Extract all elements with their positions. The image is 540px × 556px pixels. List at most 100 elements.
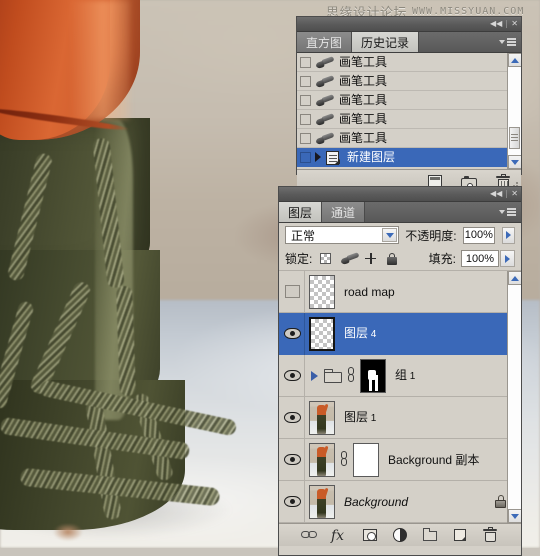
tab-histogram[interactable]: 直方图: [297, 32, 353, 52]
blend-opacity-row[interactable]: 正常 不透明度: 100%: [279, 223, 521, 247]
layer-list[interactable]: road map 图层 4 组 1 图层 1 Background 副本 Bac…: [279, 271, 521, 523]
expand-group-triangle-icon[interactable]: [311, 370, 318, 381]
lock-row[interactable]: 锁定: 填充: 100%: [279, 247, 521, 271]
history-state-list[interactable]: 画笔工具 画笔工具 画笔工具 画笔工具 画笔工具 新建图层: [297, 53, 521, 170]
opacity-slider-button[interactable]: [502, 226, 515, 244]
new-layer-icon[interactable]: [451, 527, 469, 543]
layer-thumbnail[interactable]: [309, 442, 335, 477]
history-snapshot-box[interactable]: [300, 151, 311, 163]
hamburger-menu-icon: [507, 38, 516, 46]
history-item-label: 画笔工具: [339, 93, 388, 107]
table-row[interactable]: 图层 1: [279, 396, 521, 439]
fill-input[interactable]: 100%: [461, 250, 499, 267]
tab-history[interactable]: 历史记录: [352, 32, 420, 52]
scroll-up-button[interactable]: [508, 53, 521, 67]
table-row[interactable]: road map: [279, 271, 521, 313]
history-snapshot-box[interactable]: [300, 75, 311, 87]
tab-layers[interactable]: 图层: [279, 202, 323, 222]
layer-name-suffix: 1: [368, 413, 377, 424]
history-panel[interactable]: ◀◀ ✕ 直方图 历史记录 画笔工具 画笔工具 画笔工具 画笔工具 画笔工具 新…: [296, 16, 522, 192]
layer-mask-thumbnail[interactable]: [353, 442, 379, 477]
eye-icon: [284, 496, 301, 507]
tabstrip-filler: [419, 32, 494, 52]
layers-panel-titlebar[interactable]: ◀◀ ✕: [279, 187, 521, 202]
history-snapshot-box[interactable]: [300, 94, 311, 106]
link-mask-icon[interactable]: [345, 366, 357, 385]
chevron-down-icon: [499, 40, 505, 44]
collapse-icon[interactable]: ◀◀: [490, 20, 502, 28]
link-mask-icon[interactable]: [338, 450, 350, 469]
scrollbar-thumb[interactable]: [509, 127, 520, 149]
history-item[interactable]: 画笔工具: [297, 110, 521, 129]
tabstrip-filler: [365, 202, 494, 222]
layer-name[interactable]: 组 1: [395, 369, 415, 382]
history-item[interactable]: 画笔工具: [297, 91, 521, 110]
lock-position-icon[interactable]: [363, 252, 378, 266]
add-layer-mask-icon[interactable]: [361, 527, 379, 543]
hip-highlight: [70, 0, 130, 120]
lock-all-icon[interactable]: [385, 252, 400, 266]
layers-panel[interactable]: ◀◀ ✕ 图层 通道 正常 不透明度: 100% 锁定: 填充: 100% ro…: [278, 186, 522, 556]
history-snapshot-box[interactable]: [300, 113, 311, 125]
close-icon[interactable]: ✕: [511, 190, 518, 198]
layer-thumbnail[interactable]: [309, 274, 335, 309]
visibility-toggle[interactable]: [281, 354, 305, 397]
collapse-icon[interactable]: ◀◀: [490, 190, 502, 198]
layers-panel-menu-button[interactable]: [494, 202, 521, 222]
group-mask-thumbnail[interactable]: [360, 358, 386, 393]
eye-icon: [284, 412, 301, 423]
history-item-selected[interactable]: 新建图层: [297, 148, 521, 167]
layer-style-fx-icon[interactable]: fx: [331, 527, 349, 544]
blend-mode-select[interactable]: 正常: [285, 226, 400, 244]
visibility-toggle[interactable]: [281, 438, 305, 481]
visibility-toggle[interactable]: [281, 396, 305, 439]
layer-name[interactable]: 图层 1: [344, 411, 376, 424]
history-item[interactable]: 画笔工具: [297, 72, 521, 91]
history-panel-tabstrip[interactable]: 直方图 历史记录: [297, 32, 521, 53]
layers-panel-tabstrip[interactable]: 图层 通道: [279, 202, 521, 223]
history-snapshot-box[interactable]: [300, 132, 311, 144]
visibility-toggle[interactable]: [281, 312, 305, 355]
fill-slider-button[interactable]: [500, 250, 515, 267]
layers-panel-footer[interactable]: fx: [279, 523, 521, 546]
history-panel-menu-button[interactable]: [494, 32, 521, 52]
opacity-input[interactable]: 100%: [462, 226, 496, 244]
link-layers-icon[interactable]: [301, 527, 319, 543]
tab-channels[interactable]: 通道: [322, 202, 366, 222]
layer-name[interactable]: Background 副本: [388, 454, 479, 466]
table-row[interactable]: 组 1: [279, 354, 521, 397]
delete-layer-icon[interactable]: [481, 527, 499, 543]
layer-name[interactable]: road map: [344, 286, 395, 298]
table-row-selected[interactable]: 图层 4: [279, 312, 521, 355]
visibility-toggle[interactable]: [281, 271, 305, 313]
chevron-down-icon: [499, 210, 505, 214]
scroll-up-button[interactable]: [508, 271, 521, 285]
history-item[interactable]: 画笔工具: [297, 129, 521, 148]
layers-scrollbar[interactable]: [507, 271, 521, 523]
new-group-icon[interactable]: [421, 527, 439, 543]
history-item-label: 画笔工具: [339, 131, 388, 145]
layer-thumbnail[interactable]: [309, 484, 335, 519]
table-row[interactable]: Background 副本: [279, 438, 521, 481]
table-row[interactable]: Background: [279, 480, 521, 523]
history-item[interactable]: 画笔工具: [297, 53, 521, 72]
history-scrollbar[interactable]: [507, 53, 521, 169]
chevron-down-icon[interactable]: [382, 228, 398, 242]
brush-icon: [315, 112, 335, 127]
layer-name[interactable]: 图层 4: [344, 327, 376, 340]
lock-image-pixels-icon[interactable]: [340, 251, 360, 266]
close-icon[interactable]: ✕: [511, 20, 518, 28]
lock-transparency-icon[interactable]: [319, 252, 334, 266]
scroll-down-button[interactable]: [508, 509, 521, 523]
history-snapshot-box[interactable]: [300, 56, 311, 68]
scroll-down-button[interactable]: [508, 155, 521, 169]
new-adjustment-layer-icon[interactable]: [391, 527, 409, 543]
visibility-toggle[interactable]: [281, 480, 305, 523]
history-panel-titlebar[interactable]: ◀◀ ✕: [297, 17, 521, 32]
titlebar-separator: [506, 190, 508, 198]
history-item-label: 新建图层: [347, 150, 396, 164]
opacity-label: 不透明度:: [405, 228, 457, 243]
layer-name[interactable]: Background: [344, 496, 408, 508]
layer-thumbnail[interactable]: [309, 316, 335, 351]
layer-thumbnail[interactable]: [309, 400, 335, 435]
